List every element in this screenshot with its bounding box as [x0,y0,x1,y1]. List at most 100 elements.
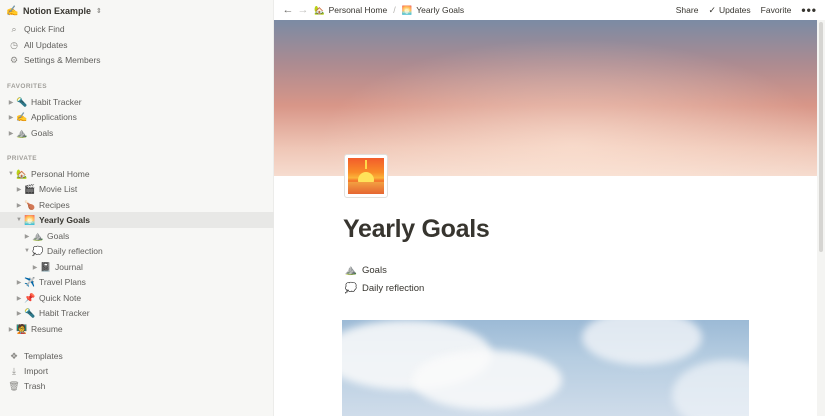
expand-triangle-icon[interactable]: ▶ [7,326,15,333]
notion-app: ✍️ Notion Example ⇕ ⌕ Quick Find ◷ All U… [0,0,825,416]
expand-triangle-icon[interactable]: ▶ [15,310,23,317]
breadcrumb-label: Yearly Goals [416,5,465,15]
page-movie-list[interactable]: ▶ 🎬 Movie List [0,181,274,197]
breadcrumb-yearly-goals[interactable]: 🌅 Yearly Goals [402,5,464,16]
sidebar-item-label: Templates [24,351,63,361]
workspace-switcher[interactable]: ✍️ Notion Example ⇕ [6,3,102,19]
page-emoji: ✈️ [24,276,36,287]
import-icon: ⤓ [12,365,16,376]
cloud [672,360,749,416]
sidebar-item-label: Movie List [39,184,78,194]
sidebar-item-label: Quick Note [39,293,82,303]
cloud [582,320,702,365]
back-arrow-icon[interactable]: ← [281,4,295,16]
check-icon: ✓ [708,4,716,15]
cloud [412,350,562,410]
sidebar-import[interactable]: ⤓ Import [0,363,274,379]
page-resume[interactable]: ▶ 🧑‍🏫 Resume [0,321,274,337]
page-emoji: 🌅 [401,4,413,15]
sidebar-quick-find[interactable]: ⌕ Quick Find [0,21,274,37]
updates-button[interactable]: ✓ Updates [708,5,750,16]
page-yearly-goals[interactable]: ▼ 🌅 Yearly Goals [0,212,274,228]
expand-triangle-icon[interactable]: ▶ [7,114,15,121]
page-title[interactable]: Yearly Goals [343,215,490,244]
page-emoji: 📓 [40,261,52,272]
sidebar-templates[interactable]: ❖ Templates [0,348,274,364]
page-recipes[interactable]: ▶ 🍗 Recipes [0,197,274,213]
page-emoji: ✍️ [16,111,28,122]
workspace-name: Notion Example [23,6,92,16]
expand-triangle-icon[interactable]: ▶ [15,186,23,193]
sidebar-settings-members[interactable]: ⚙ Settings & Members [0,52,274,68]
page-icon[interactable] [344,154,388,198]
favorite-habit-tracker[interactable]: ▶ 🔦 Habit Tracker [0,94,274,110]
page-emoji: ⛰️ [32,230,44,241]
scrollbar-thumb[interactable] [819,22,823,252]
page-emoji: ⛰️ [16,127,28,138]
page-goals[interactable]: ▶ ⛰️ Goals [0,228,274,244]
collapse-triangle-icon[interactable]: ▼ [23,248,31,254]
sidebar-item-label: Journal [55,262,83,272]
expand-triangle-icon[interactable]: ▶ [31,264,39,271]
page-emoji: 🔦 [24,307,36,318]
topbar-actions: Share ✓ Updates Favorite ••• [676,0,817,20]
page-habit-tracker[interactable]: ▶ 🔦 Habit Tracker [0,305,274,321]
expand-triangle-icon[interactable]: ▶ [23,233,31,240]
page-journal[interactable]: ▶ 📓 Journal [0,259,274,275]
subpage-link-daily-reflection[interactable]: 💭 Daily reflection [344,280,425,296]
page-travel-plans[interactable]: ▶ ✈️ Travel Plans [0,274,274,290]
templates-icon: ❖ [9,350,19,361]
breadcrumb-label: Personal Home [328,5,388,15]
page-emoji: 🌅 [24,214,36,225]
page-emoji: 💭 [32,245,44,256]
page-emoji: 📌 [24,292,36,303]
page-emoji: 🧑‍🏫 [16,323,28,334]
breadcrumb-personal-home[interactable]: 🏡 Personal Home [314,5,387,16]
subpage-link-goals[interactable]: ⛰️ Goals [344,262,387,278]
sidebar-item-label: Goals [47,231,70,241]
sidebar-all-updates[interactable]: ◷ All Updates [0,37,274,53]
page-quick-note[interactable]: ▶ 📌 Quick Note [0,290,274,306]
subpage-label: Daily reflection [362,282,425,294]
favorite-goals[interactable]: ▶ ⛰️ Goals [0,125,274,141]
scrollbar[interactable] [817,20,825,416]
gear-icon: ⚙ [9,54,19,65]
sidebar-item-label: Habit Tracker [31,97,82,107]
search-icon: ⌕ [11,23,17,34]
more-options-icon[interactable]: ••• [801,3,817,17]
sidebar-item-label: Applications [31,112,77,122]
chevron-updown-icon: ⇕ [96,8,102,15]
expand-triangle-icon[interactable]: ▶ [15,295,23,302]
page-emoji: 🎬 [24,183,36,194]
private-heading: PRIVATE [7,155,38,162]
collapse-triangle-icon[interactable]: ▼ [15,217,23,223]
page-personal-home[interactable]: ▼ 🏡 Personal Home [0,166,274,182]
sidebar-item-label: Resume [31,324,63,334]
expand-triangle-icon[interactable]: ▶ [7,130,15,137]
favorite-applications[interactable]: ▶ ✍️ Applications [0,109,274,125]
page-emoji: 🏡 [16,168,28,179]
favorite-button[interactable]: Favorite [761,5,792,15]
sidebar-item-label: Yearly Goals [39,215,91,225]
page-cover-image[interactable] [274,20,817,176]
expand-triangle-icon[interactable]: ▶ [7,99,15,106]
page-emoji: ⛰️ [344,264,358,276]
subpage-label: Goals [362,264,387,276]
page-emoji: 💭 [344,282,358,294]
page-emoji: 🔦 [16,96,28,107]
sidebar-item-label: Settings & Members [24,55,101,65]
topbar: ← → 🏡 Personal Home / 🌅 Yearly Goals Sha… [274,0,825,20]
sidebar-item-label: Goals [31,128,54,138]
forward-arrow-icon[interactable]: → [296,4,310,16]
page-daily-reflection[interactable]: ▼ 💭 Daily reflection [0,243,274,259]
sidebar-trash[interactable]: 🗑 Trash [0,378,274,394]
workspace-icon: ✍️ [6,5,19,17]
sky-image[interactable] [342,320,749,416]
share-button[interactable]: Share [676,5,699,15]
collapse-triangle-icon[interactable]: ▼ [7,171,15,177]
sidebar-item-label: Habit Tracker [39,308,90,318]
expand-triangle-icon[interactable]: ▶ [15,202,23,209]
expand-triangle-icon[interactable]: ▶ [15,279,23,286]
clock-icon: ◷ [10,39,18,50]
sun-ray [365,160,367,169]
